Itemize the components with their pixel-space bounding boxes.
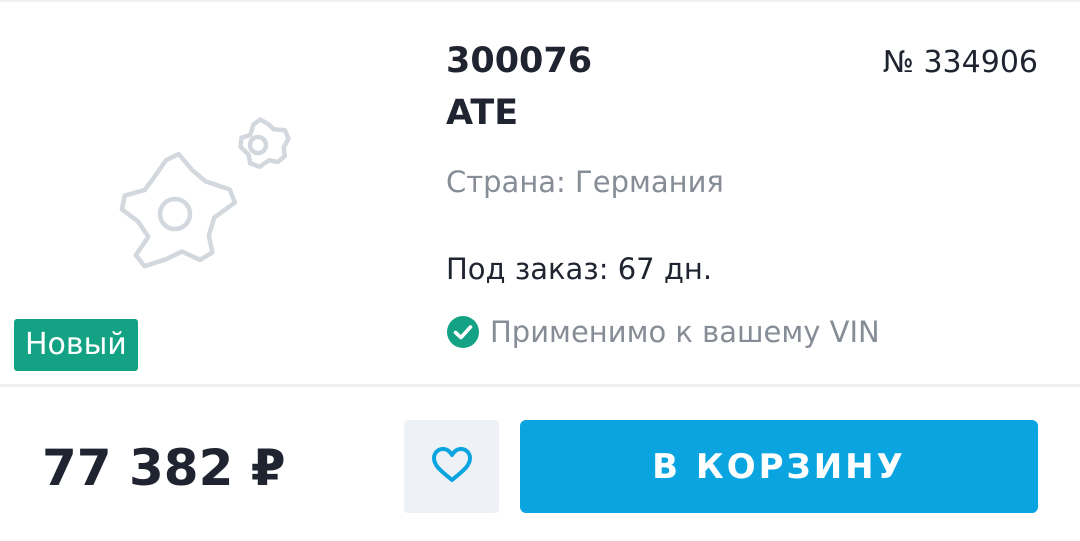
favorite-button[interactable] — [404, 420, 499, 513]
vin-compatibility-label: Применимо к вашему VIN — [490, 315, 880, 349]
offer-number: № 334906 — [882, 45, 1038, 80]
new-badge: Новый — [14, 319, 138, 371]
article-number[interactable]: 300076 — [446, 40, 592, 82]
top-divider — [0, 0, 1080, 2]
gears-placeholder-icon[interactable] — [110, 108, 300, 278]
product-card: Новый 300076 ATE № 334906 Страна: Герман… — [0, 0, 1080, 541]
check-circle-icon — [446, 315, 480, 349]
section-divider — [0, 384, 1080, 387]
price: 77 382 ₽ — [42, 439, 286, 497]
availability-text: Под заказ: 67 дн. — [446, 252, 713, 286]
brand-name: ATE — [446, 93, 519, 133]
country-text: Страна: Германия — [446, 165, 724, 199]
vin-compatibility: Применимо к вашему VIN — [446, 314, 880, 350]
heart-icon — [430, 445, 474, 489]
add-to-cart-button[interactable]: В КОРЗИНУ — [520, 420, 1038, 513]
